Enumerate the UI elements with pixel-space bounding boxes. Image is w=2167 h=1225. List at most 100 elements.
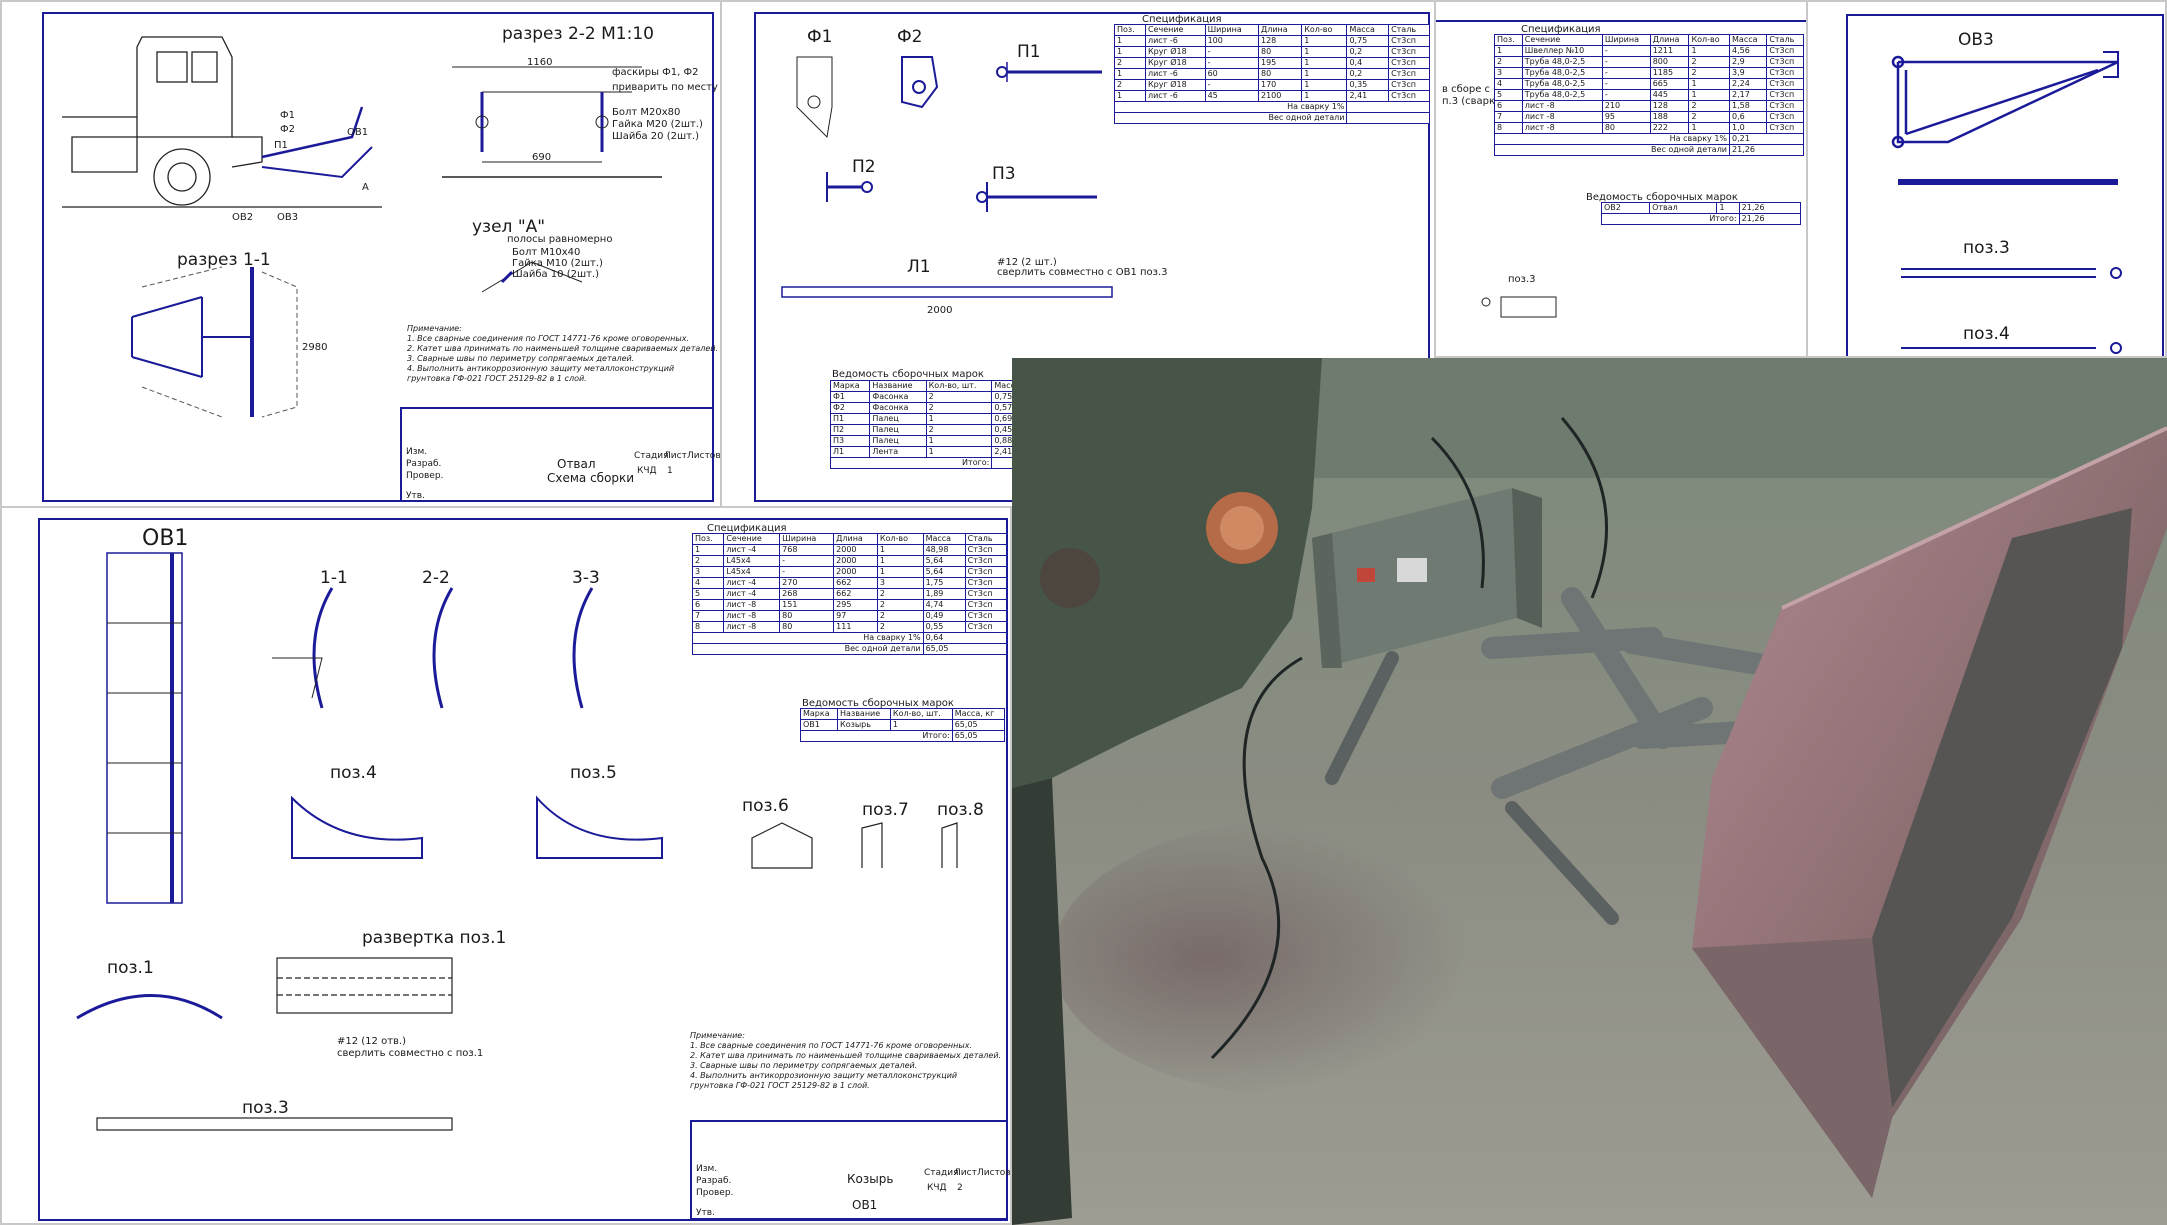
table-cell: 65,05	[951, 719, 1006, 731]
table-summary-row: Вес одной детали 65,05	[692, 643, 1008, 655]
table-row: 5 Труба 48,0-2,5-445 1 2,17 Ст3сп	[1494, 89, 1804, 101]
table-header-cell: Масса, кг	[951, 708, 1006, 720]
table-summary-row: Итого: 21,26	[1601, 213, 1802, 225]
dim-2000: 2000	[927, 305, 953, 316]
table-cell: Круг Ø18	[1144, 46, 1206, 58]
table-cell: 97	[833, 610, 878, 622]
table-cell: Труба 48,0-2,5	[1521, 78, 1603, 90]
title-main: Отвал	[557, 457, 596, 471]
table-cell: 8	[1494, 122, 1523, 134]
section-2-2-title: разрез 2-2 М1:10	[502, 24, 654, 44]
label-ov2: ОВ2	[232, 212, 254, 223]
table-cell: 6	[691, 599, 725, 611]
legend-line-2: приварить по месту	[612, 82, 718, 93]
table-cell: 268	[779, 588, 835, 600]
table-cell: 5,64	[922, 566, 966, 578]
table-header-cell: Поз.	[1494, 34, 1523, 46]
title-sub: Схема сборки	[547, 471, 635, 485]
table-cell: 2	[1688, 56, 1731, 68]
table-summary-row: Вес одной детали 21,26	[1493, 144, 1804, 156]
table-row: 1 Швеллер №10-1211 1 4,56 Ст3сп	[1494, 45, 1804, 57]
table-cell: -	[779, 555, 835, 567]
pos4-label: поз.4	[330, 763, 377, 783]
table-cell: Ст3сп	[1766, 78, 1804, 90]
table-row: 5 лист -4 268 662 2 1,89 Ст3сп	[691, 588, 1008, 600]
table-cell: L45х4	[723, 566, 781, 578]
table-cell: 1	[1688, 122, 1731, 134]
table-cell: лист -8	[723, 621, 781, 633]
pos3-drawing	[96, 1117, 453, 1131]
table-cell: 195	[1257, 57, 1303, 69]
table-cell: -	[1204, 79, 1259, 91]
table-cell: 2,24	[1729, 78, 1768, 90]
table-cell: 1	[876, 544, 924, 556]
holes-note-2: сверлить совместно с поз.1	[337, 1048, 484, 1059]
table-cell: Ст3сп	[1766, 67, 1804, 79]
drawing-sheet-ov3: ОВ3 поз.3 поз.4	[1806, 0, 2167, 358]
table-cell: 1	[925, 413, 993, 425]
table-cell: 1211	[1649, 45, 1690, 57]
table-cell: 151	[779, 599, 835, 611]
table-cell: 1185	[1649, 67, 1690, 79]
table-cell: 100	[1204, 35, 1259, 47]
pos3-drawing	[1901, 267, 2122, 279]
table-cell: 2	[1688, 100, 1731, 112]
table-cell: 665	[1649, 78, 1690, 90]
table-cell: 1	[1716, 202, 1740, 214]
dim-1160: 1160	[527, 57, 553, 68]
table-cell: лист -8	[1521, 111, 1603, 123]
table-cell: 2,9	[1729, 56, 1768, 68]
notes-block: Примечание: 1. Все сварные соединения по …	[407, 324, 719, 383]
table-cell: Ст3сп	[1766, 111, 1804, 123]
table-cell: Палец	[869, 413, 927, 425]
table-header-cell: Масса	[1346, 24, 1390, 36]
table-cell: 1,58	[1729, 100, 1768, 112]
table-header-cell: Сталь	[1388, 24, 1430, 36]
ov1-title: ОВ1	[142, 526, 189, 551]
vedom-table: ОВ2 Отвал 1 21,26 Итого: 21,26	[1600, 202, 1802, 225]
table-row: 1 лист -6 45 2100 1 2,41 Ст3сп	[1114, 90, 1430, 102]
node-line-3: Гайка М10 (2шт.)	[512, 258, 603, 269]
table-cell: 2	[876, 610, 924, 622]
table-cell: L45х4	[723, 555, 781, 567]
parts-drawing	[781, 56, 1113, 298]
table-cell: -	[1204, 57, 1259, 69]
table-cell: 2	[925, 402, 993, 414]
label-ov1: ОВ1	[347, 127, 369, 138]
table-header-cell: Сталь	[964, 533, 1008, 545]
pos8-label: поз.8	[937, 800, 984, 820]
table-cell: лист -6	[1144, 68, 1206, 80]
table-cell: 170	[1257, 79, 1303, 91]
table-cell: Ст3сп	[1388, 68, 1430, 80]
table-cell: лист -8	[723, 610, 781, 622]
table-cell: Швеллер №10	[1521, 45, 1603, 57]
table-cell: 2	[925, 424, 993, 436]
table-cell: 1	[691, 544, 725, 556]
table-cell: Ст3сп	[1766, 122, 1804, 134]
table-row: 8 лист -8 80 111 2 0,55 Ст3сп	[691, 621, 1008, 633]
table-cell: 95	[1601, 111, 1651, 123]
table-cell: 1	[925, 435, 993, 447]
title-sub: ОВ1	[852, 1198, 878, 1212]
table-header-cell: Марка	[829, 380, 871, 392]
table-cell: Ст3сп	[1766, 56, 1804, 68]
table-cell: 4,56	[1729, 45, 1768, 57]
table-cell: -	[1204, 46, 1259, 58]
table-cell: 1	[1114, 35, 1146, 47]
table-cell: 2	[876, 599, 924, 611]
table-row: 6 лист -8 210 128 2 1,58 Ст3сп	[1494, 100, 1804, 112]
table-cell: Ст3сп	[964, 544, 1008, 556]
pos5-label: поз.5	[570, 763, 617, 783]
table-cell: 1	[1688, 89, 1731, 101]
table-header-cell: Сечение	[1144, 24, 1206, 36]
title-main: Козырь	[847, 1172, 894, 1186]
table-cell: 800	[1649, 56, 1690, 68]
table-summary-row: На сварку 1% 0,21	[1493, 133, 1804, 145]
table-cell: 1	[1301, 90, 1348, 102]
legend-line-1: фаскиры Ф1, Ф2	[612, 67, 699, 78]
table-cell: 1,89	[922, 588, 966, 600]
table-row: 8 лист -8 80 222 1 1,0 Ст3сп	[1494, 122, 1804, 134]
table-row: 1 Круг Ø18-80 1 0,2 Ст3сп	[1114, 46, 1430, 58]
bolt-line-3: Шайба 20 (2шт.)	[612, 131, 700, 142]
table-cell: 21,26	[1738, 202, 1802, 214]
